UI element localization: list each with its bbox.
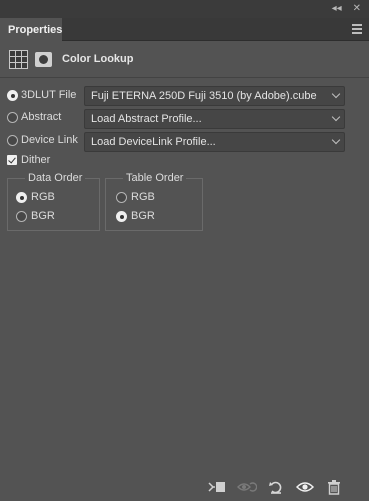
clip-to-layer-icon — [208, 482, 225, 492]
chevron-down-icon — [331, 89, 341, 99]
table-order-label-bgr: BGR — [131, 210, 155, 222]
header-divider — [0, 77, 369, 78]
visibility-eye-icon — [296, 482, 314, 492]
clip-to-layer-button[interactable] — [206, 476, 228, 498]
table-order-group: Table Order RGB BGR — [105, 172, 203, 231]
dropdown-3dlut-file-value: Fuji ETERNA 250D Fuji 3510 (by Adobe).cu… — [91, 90, 317, 102]
footer-toolbar — [0, 473, 369, 501]
table-order-radio-bgr[interactable] — [116, 211, 127, 222]
reset-adjustment-icon — [269, 481, 282, 494]
window-controls: ◂◂ ✕ — [332, 3, 361, 14]
reset-adjustment-button[interactable] — [265, 476, 287, 498]
panel-menu-icon[interactable] — [352, 24, 362, 34]
dropdown-device-link[interactable]: Load DeviceLink Profile... — [84, 132, 345, 152]
table-order-radio-rgb[interactable] — [116, 192, 127, 203]
color-lookup-grid-icon[interactable] — [9, 50, 28, 69]
dropdown-abstract-value: Load Abstract Profile... — [91, 113, 202, 125]
chevron-down-icon — [331, 135, 341, 145]
label-abstract: Abstract — [21, 111, 62, 123]
data-order-radio-bgr[interactable] — [16, 211, 27, 222]
view-previous-state-button[interactable] — [236, 476, 258, 498]
label-3dlut-file: 3DLUT File — [21, 89, 77, 101]
label-device-link: Device Link — [21, 134, 78, 146]
radio-device-link[interactable] — [7, 135, 18, 146]
data-order-radio-rgb[interactable] — [16, 192, 27, 203]
data-order-label-bgr: BGR — [31, 210, 55, 222]
dropdown-device-link-value: Load DeviceLink Profile... — [91, 136, 216, 148]
data-order-group: Data Order RGB BGR — [7, 172, 100, 231]
collapse-panels-icon[interactable]: ◂◂ — [332, 3, 342, 14]
data-order-label-rgb: RGB — [31, 191, 55, 203]
table-order-label-rgb: RGB — [131, 191, 155, 203]
panel-tab-bar: Properties — [0, 18, 369, 41]
adjustment-title: Color Lookup — [62, 53, 134, 65]
layer-mask-icon[interactable] — [35, 52, 52, 67]
dropdown-3dlut-file[interactable]: Fuji ETERNA 250D Fuji 3510 (by Adobe).cu… — [84, 86, 345, 106]
data-order-title: Data Order — [25, 172, 86, 184]
radio-3dlut-file[interactable] — [7, 90, 18, 101]
delete-trash-icon — [328, 480, 340, 495]
tab-properties[interactable]: Properties — [0, 18, 62, 41]
dropdown-abstract[interactable]: Load Abstract Profile... — [84, 109, 345, 129]
view-previous-state-icon — [237, 482, 257, 492]
delete-adjustment-button[interactable] — [323, 476, 345, 498]
chevron-down-icon — [331, 112, 341, 122]
window-top-strip: ◂◂ ✕ — [0, 0, 369, 18]
close-panel-icon[interactable]: ✕ — [353, 3, 361, 14]
table-order-title: Table Order — [123, 172, 187, 184]
toggle-visibility-button[interactable] — [294, 476, 316, 498]
radio-abstract[interactable] — [7, 112, 18, 123]
dither-checkbox[interactable] — [7, 155, 17, 165]
label-dither: Dither — [21, 154, 51, 166]
adjustment-header: Color Lookup — [0, 42, 369, 77]
